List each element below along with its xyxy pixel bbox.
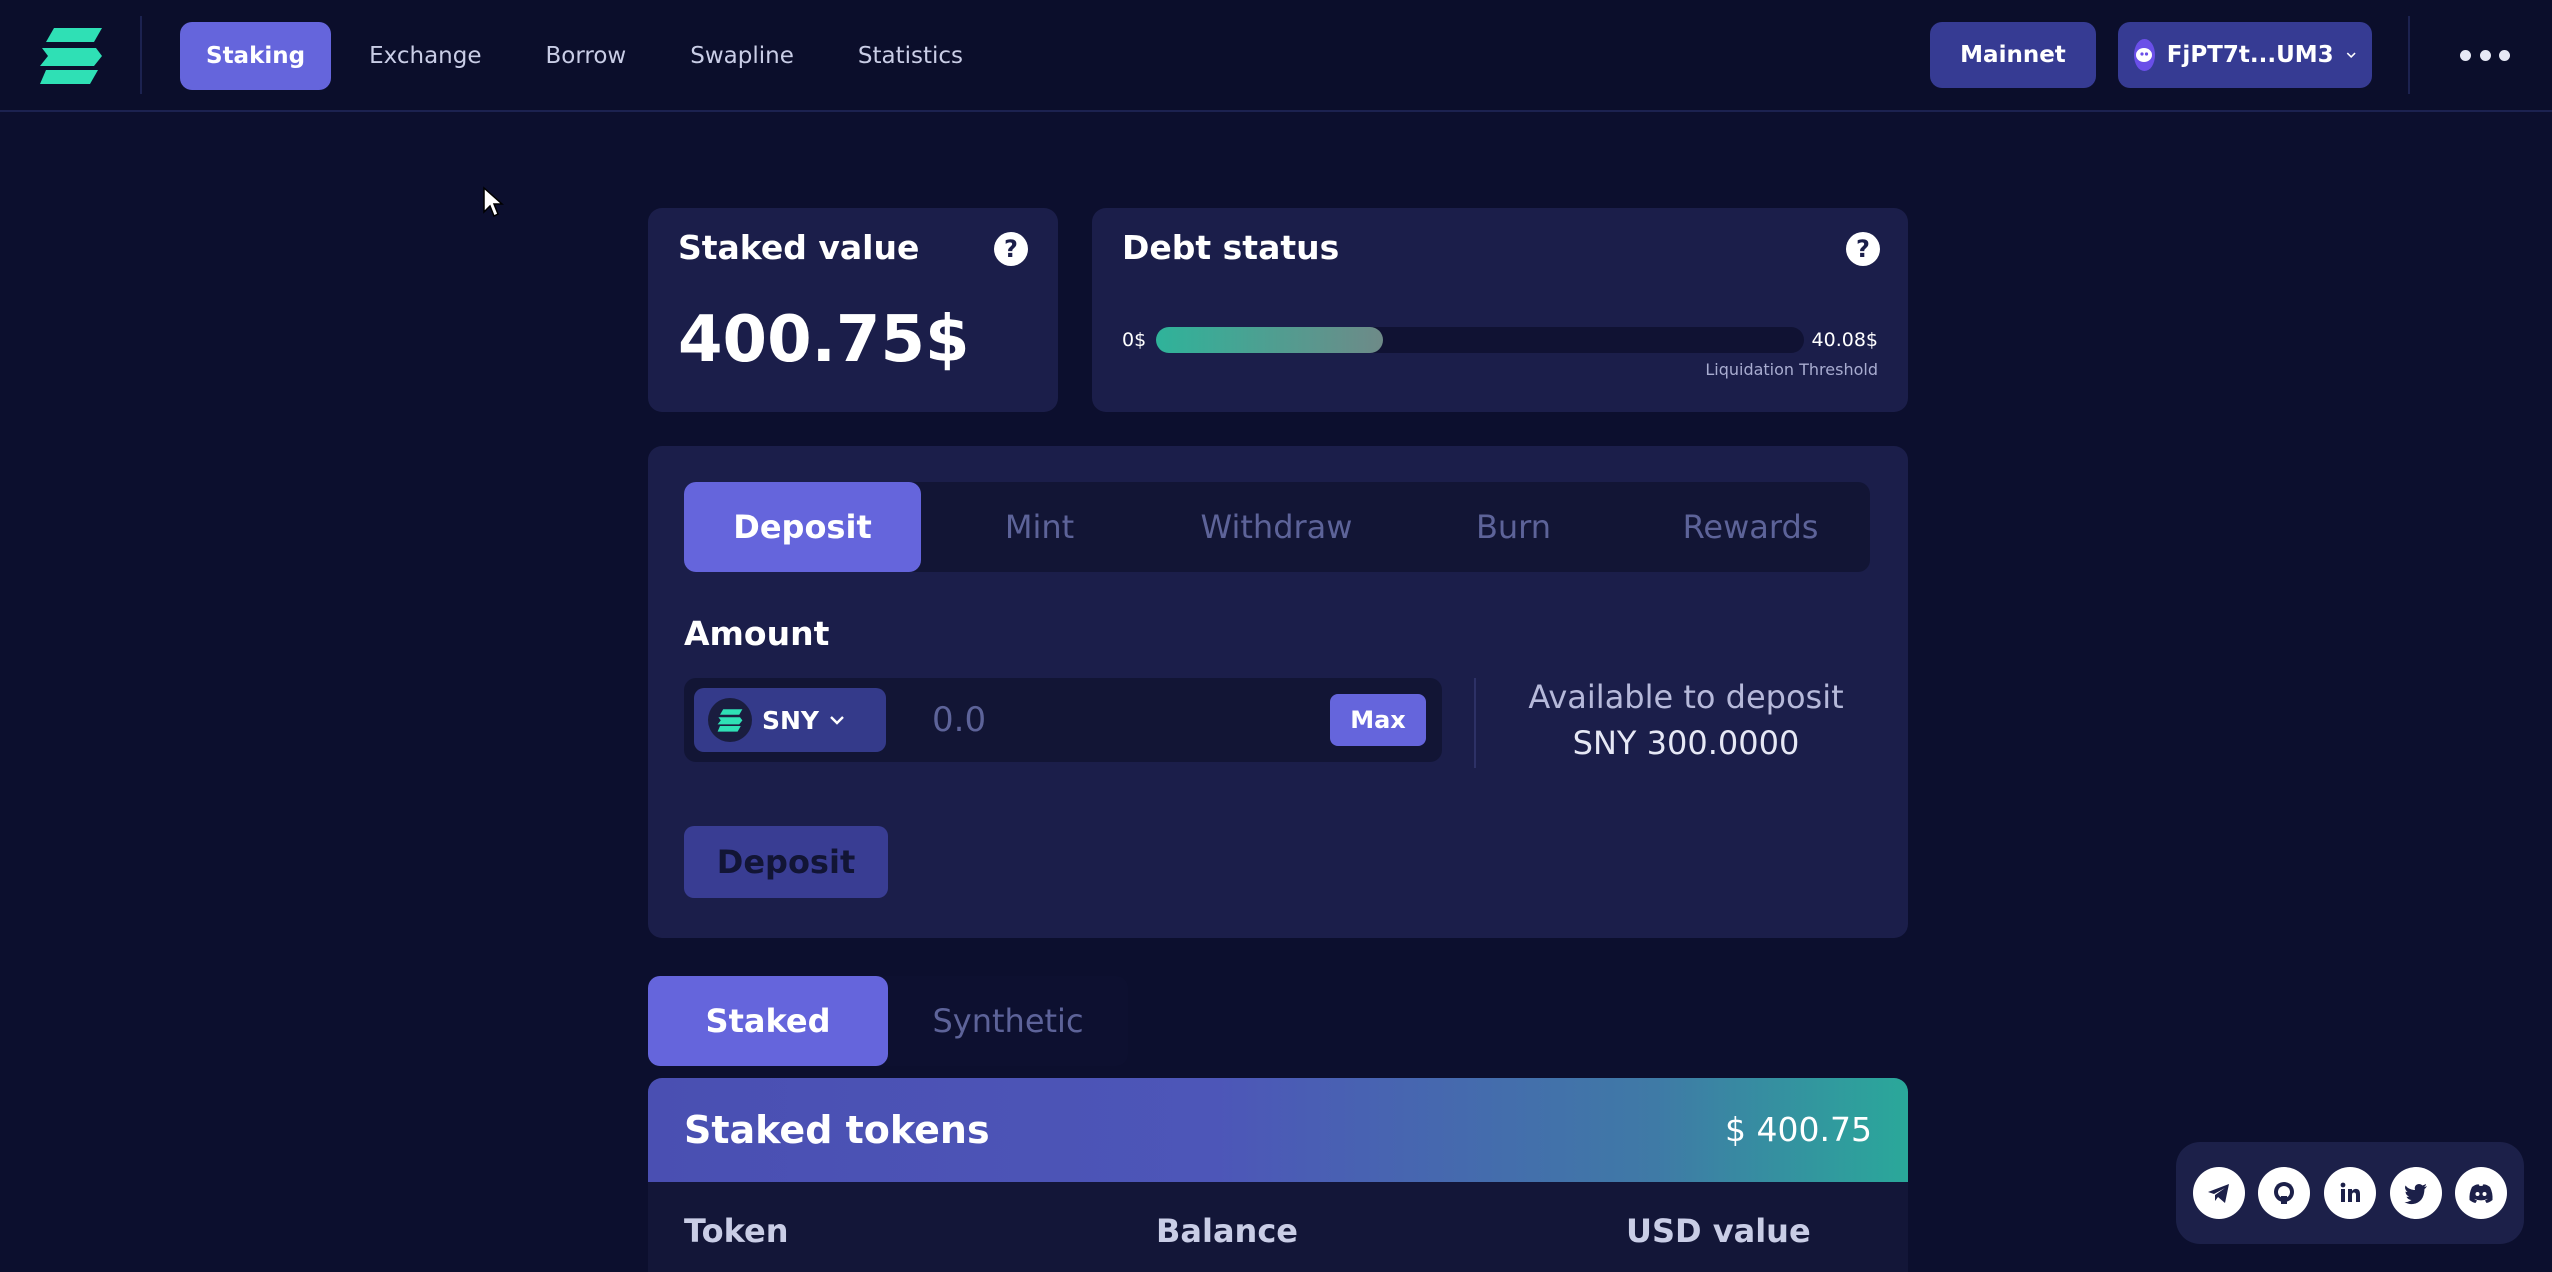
header-divider — [140, 16, 142, 94]
nav-statistics[interactable]: Statistics — [832, 22, 989, 90]
staked-value-amount: 400.75$ — [678, 303, 970, 377]
nav-swapline[interactable]: Swapline — [664, 22, 820, 90]
synthetify-logo[interactable] — [36, 24, 106, 86]
available-label: Available to deposit — [1528, 678, 1844, 716]
social-links — [2176, 1142, 2524, 1244]
token-symbol: SNY — [762, 705, 820, 735]
available-to-deposit: Available to deposit SNY 300.0000 — [1516, 678, 1856, 762]
debt-progress-bar — [1156, 327, 1804, 353]
wallet-button[interactable]: FjPT7t...UM3 — [2118, 22, 2372, 88]
staked-value-title: Staked value — [678, 228, 920, 267]
more-menu-icon[interactable] — [2460, 36, 2510, 74]
column-balance: Balance — [1156, 1212, 1298, 1250]
tab-staked[interactable]: Staked — [648, 976, 888, 1066]
token-select[interactable]: SNY — [694, 688, 886, 752]
debt-progress-fill — [1156, 327, 1383, 353]
github-icon[interactable] — [2258, 1167, 2311, 1219]
available-value: SNY 300.0000 — [1572, 724, 1800, 762]
staked-tokens-title: Staked tokens — [684, 1108, 990, 1152]
wallet-address: FjPT7t...UM3 — [2166, 42, 2334, 68]
help-icon[interactable]: ? — [1846, 232, 1880, 266]
linkedin-icon[interactable] — [2323, 1167, 2376, 1219]
main-nav: Staking Exchange Borrow Swapline Statist… — [180, 22, 989, 90]
amount-input-group: SNY Max — [684, 678, 1442, 762]
staked-tokens-total: $ 400.75 — [1725, 1110, 1872, 1149]
nav-staking[interactable]: Staking — [180, 22, 332, 90]
holdings-toggle: Staked Synthetic — [648, 976, 1128, 1066]
tab-synthetic[interactable]: Synthetic — [888, 976, 1128, 1066]
header-divider — [2408, 16, 2410, 94]
tab-mint[interactable]: Mint — [921, 482, 1158, 572]
tab-deposit[interactable]: Deposit — [684, 482, 921, 572]
discord-icon[interactable] — [2455, 1167, 2508, 1219]
debt-status-title: Debt status — [1122, 228, 1340, 267]
staked-value-card: Staked value ? 400.75$ — [648, 208, 1058, 412]
action-tabs: Deposit Mint Withdraw Burn Rewards — [684, 482, 1870, 572]
column-usd-value: USD value — [1626, 1212, 1811, 1250]
chevron-down-icon — [2346, 52, 2356, 59]
deposit-button[interactable]: Deposit — [684, 826, 888, 898]
tab-rewards[interactable]: Rewards — [1632, 482, 1869, 572]
nav-borrow[interactable]: Borrow — [520, 22, 653, 90]
vertical-divider — [1474, 678, 1476, 768]
mouse-cursor-icon — [483, 186, 504, 218]
chevron-down-icon — [830, 716, 844, 725]
debt-status-card: Debt status ? 0$ 40.08$ Liquidation Thre… — [1092, 208, 1908, 412]
tab-burn[interactable]: Burn — [1395, 482, 1632, 572]
debt-max-label: 40.08$ — [1811, 329, 1878, 351]
tab-withdraw[interactable]: Withdraw — [1158, 482, 1395, 572]
staked-tokens-header: Staked tokens $ 400.75 — [648, 1078, 1908, 1182]
liquidation-threshold-label: Liquidation Threshold — [1705, 360, 1878, 379]
telegram-icon[interactable] — [2192, 1167, 2245, 1219]
amount-label: Amount — [684, 614, 830, 653]
wallet-avatar-icon — [2134, 39, 2155, 71]
debt-min-label: 0$ — [1122, 329, 1147, 351]
column-token: Token — [684, 1212, 789, 1250]
tokens-table-header: Token Balance USD value — [648, 1182, 1908, 1272]
staking-action-card: Deposit Mint Withdraw Burn Rewards Amoun… — [648, 446, 1908, 938]
help-icon[interactable]: ? — [994, 232, 1028, 266]
twitter-icon[interactable] — [2389, 1167, 2442, 1219]
amount-input[interactable] — [932, 692, 1312, 748]
sny-token-icon — [708, 698, 752, 742]
nav-exchange[interactable]: Exchange — [343, 22, 507, 90]
top-navbar: Staking Exchange Borrow Swapline Statist… — [0, 0, 2552, 112]
network-button[interactable]: Mainnet — [1930, 22, 2096, 88]
max-button[interactable]: Max — [1330, 694, 1426, 746]
